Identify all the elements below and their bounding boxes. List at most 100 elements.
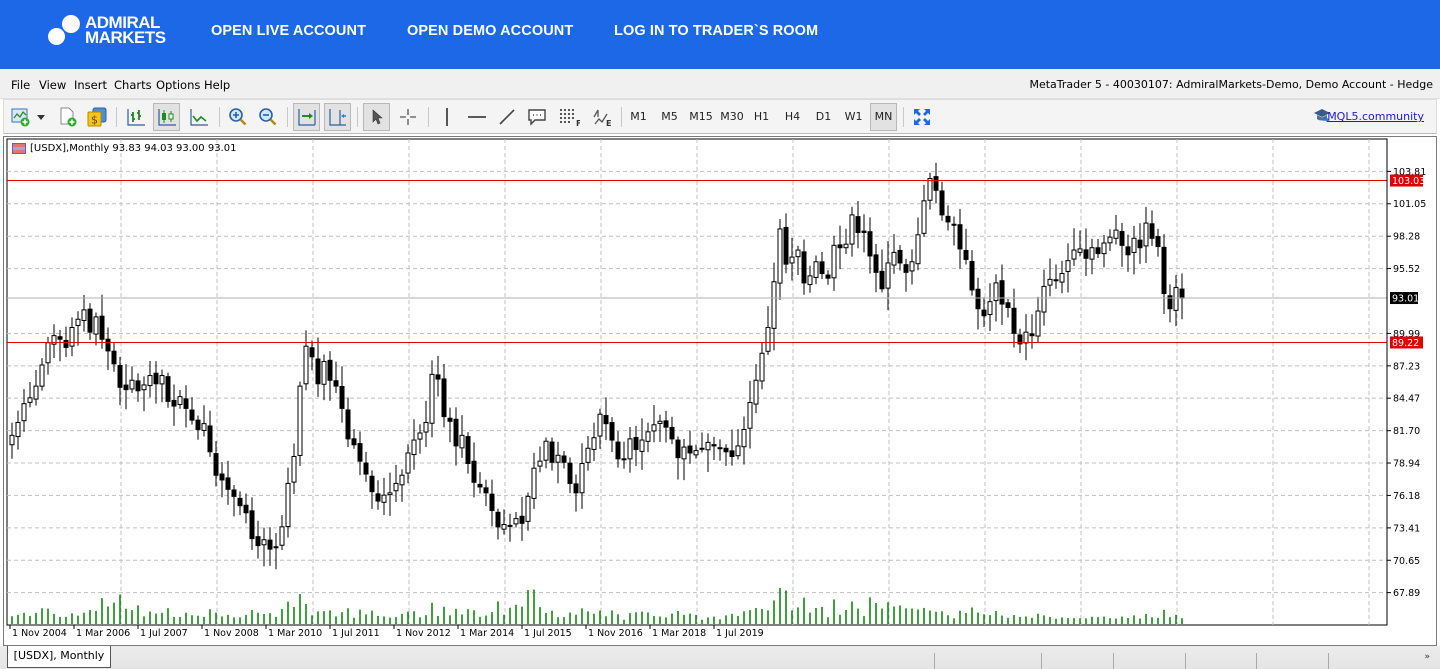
timeframe-m30[interactable]: M30: [717, 103, 747, 131]
candle-bear: [1161, 246, 1167, 294]
candle-bear: [687, 445, 693, 454]
cursor-icon: [372, 109, 383, 125]
candle-bear: [63, 339, 69, 348]
new-order-button[interactable]: [56, 103, 80, 131]
candle-bull: [525, 495, 531, 522]
candle-bull: [1041, 285, 1047, 313]
candle-bull: [1065, 260, 1071, 272]
fullscreen-button[interactable]: [909, 103, 935, 131]
menu-view[interactable]: View: [39, 78, 66, 92]
candle-bear: [819, 261, 825, 275]
menu-insert[interactable]: Insert: [74, 78, 107, 92]
candlestick-chart-button[interactable]: [153, 103, 180, 131]
trader-room-login-link[interactable]: LOG IN TO TRADER`S ROOM: [614, 23, 818, 39]
trendline-button[interactable]: [494, 103, 520, 131]
usdx-monthly-chart[interactable]: 103.81101.0598.2895.5289.9987.2384.4781.…: [4, 137, 1436, 645]
candle-bull: [771, 281, 777, 329]
candle-bull: [423, 421, 429, 433]
candle-bull: [1101, 242, 1107, 255]
candle-bear: [1137, 239, 1143, 249]
zoom-in-icon: [229, 108, 247, 126]
zoom-out-button[interactable]: [255, 103, 281, 131]
candle-bear: [879, 270, 885, 290]
chart-tab-usdx-monthly[interactable]: [USDX], Monthly: [7, 646, 111, 668]
candle-bull: [513, 518, 519, 525]
x-tick-label: 1 Mar 2010: [268, 628, 322, 639]
fibonacci-icon: F: [560, 109, 580, 127]
x-tick-label: 1 Mar 2018: [652, 628, 706, 639]
timeframe-d1[interactable]: D1: [810, 103, 837, 131]
timeframe-m15[interactable]: M15: [686, 103, 716, 131]
line-chart-button[interactable]: [186, 103, 212, 131]
candle-bear: [669, 426, 675, 440]
new-chart-button[interactable]: [10, 103, 32, 131]
candle-bull: [1071, 249, 1077, 260]
market-depth-button[interactable]: $: [85, 103, 109, 131]
timeframe-m5[interactable]: M5: [656, 103, 683, 131]
y-tick-label: 95.52: [1393, 264, 1420, 275]
candle-bull: [921, 200, 927, 234]
candle-bull: [273, 546, 279, 549]
y-tick-label: 76.18: [1393, 491, 1420, 502]
candle-bear: [957, 224, 963, 250]
menu-help[interactable]: Help: [204, 78, 230, 92]
candle-bear: [489, 493, 495, 511]
vertical-line-button[interactable]: [434, 103, 460, 131]
zoom-in-button[interactable]: [225, 103, 251, 131]
candle-bull: [531, 467, 537, 499]
horizontal-line-button[interactable]: [464, 103, 490, 131]
fibonacci-button[interactable]: F: [554, 103, 584, 131]
admiral-markets-logo[interactable]: ADMIRAL MARKETS: [48, 14, 178, 55]
candle-bull: [735, 445, 741, 457]
candle-bull: [9, 434, 15, 446]
text-label-button[interactable]: [524, 103, 550, 131]
candle-bull: [585, 447, 591, 463]
y-tick-label: 73.41: [1393, 523, 1420, 534]
timeframe-mn[interactable]: MN: [870, 103, 897, 131]
candle-bear: [609, 422, 615, 441]
open-demo-account-link[interactable]: OPEN DEMO ACCOUNT: [407, 23, 573, 39]
bar-chart-button[interactable]: [123, 103, 149, 131]
crosshair-button[interactable]: [395, 103, 421, 131]
candle-bear: [837, 244, 843, 249]
candle-bull: [411, 439, 417, 456]
chart-legend: [USDX],Monthly 93.83 94.03 93.00 93.01: [12, 143, 236, 154]
candle-bull: [657, 420, 663, 424]
cursor-button[interactable]: [363, 103, 390, 131]
menu-file[interactable]: File: [11, 78, 30, 92]
timeframe-h1[interactable]: H1: [748, 103, 775, 131]
candle-bull: [387, 492, 393, 496]
menu-options[interactable]: Options: [156, 78, 200, 92]
timeframe-m1[interactable]: M1: [625, 103, 652, 131]
candle-bull: [795, 249, 801, 258]
candle-bull: [141, 384, 147, 391]
candle-bear: [237, 497, 243, 507]
candle-bear: [867, 231, 873, 257]
level-price-label: 89.22: [1392, 338, 1419, 349]
candle-bull: [21, 403, 27, 422]
candle-bull: [759, 352, 765, 382]
chart-shift-button[interactable]: [324, 103, 351, 131]
candle-bear: [783, 226, 789, 265]
mql5-community-link[interactable]: MQL5.community: [1327, 110, 1424, 123]
candle-bear: [435, 374, 441, 380]
auto-scroll-button[interactable]: [293, 103, 320, 131]
x-tick-label: 1 Nov 2016: [588, 628, 643, 639]
new-chart-dropdown[interactable]: [35, 103, 47, 131]
candle-bull: [1131, 237, 1137, 253]
timeframe-h4[interactable]: H4: [779, 103, 806, 131]
candle-bear: [165, 376, 171, 402]
candle-bull: [555, 454, 561, 463]
candle-bear: [213, 453, 219, 476]
timeframe-w1[interactable]: W1: [840, 103, 867, 131]
candle-bear: [1125, 246, 1131, 256]
candle-bear: [369, 475, 375, 493]
candle-bear: [135, 380, 141, 392]
chart-window[interactable]: 103.81 101.05 98.28 95.52 89.99 87.23 84.47 81.…: [3, 136, 1437, 646]
status-more-icon[interactable]: »: [1424, 652, 1430, 662]
menu-charts[interactable]: Charts: [114, 78, 152, 92]
open-live-account-link[interactable]: OPEN LIVE ACCOUNT: [211, 23, 366, 39]
candle-bear: [723, 447, 729, 453]
elliott-wave-button[interactable]: E: [587, 103, 617, 131]
candle-bear: [933, 176, 939, 191]
